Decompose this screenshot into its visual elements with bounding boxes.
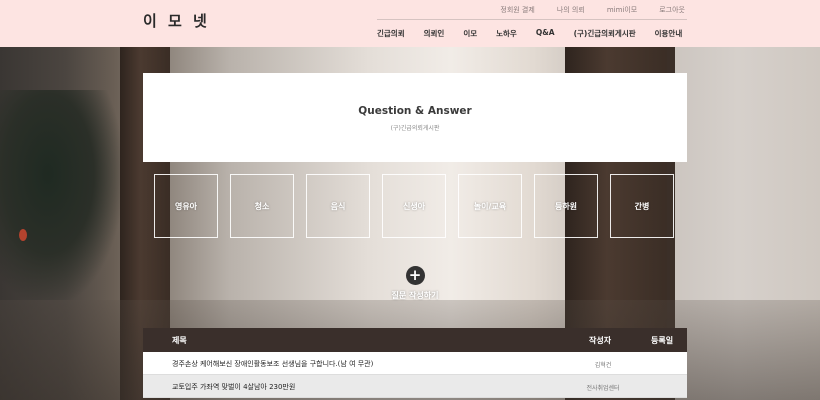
util-link-logout[interactable]: 로그아웃 xyxy=(659,5,685,15)
nav-item-qa[interactable]: Q&A xyxy=(536,28,555,39)
category-cleaning[interactable]: 청소 xyxy=(230,174,294,238)
nav-item-urgent[interactable]: 긴급의뢰 xyxy=(377,28,405,39)
qa-board: 제목 작성자 등록일 경주손상 케어해보신 장애인활동보조 선생님을 구합니다.… xyxy=(143,328,687,398)
column-title: 제목 xyxy=(172,336,187,345)
page-title: Question & Answer xyxy=(358,105,472,117)
write-question-button[interactable]: + 질문 작성하기 xyxy=(385,266,445,301)
category-caregiving[interactable]: 간병 xyxy=(610,174,674,238)
background-tree xyxy=(0,90,120,300)
nav-item-knowhow[interactable]: 노하우 xyxy=(496,28,517,39)
util-nav: 정회원 결제 나의 의뢰 mimi이모 로그아웃 xyxy=(478,5,685,15)
row-writer: 전사취업센터 xyxy=(586,385,620,392)
util-link-my-requests[interactable]: 나의 의뢰 xyxy=(557,5,585,15)
category-list: 영유아 청소 음식 신생아 놀이/교육 등하원 간병 xyxy=(154,174,674,238)
nav-item-imo[interactable]: 이모 xyxy=(463,28,477,39)
nav-item-client[interactable]: 의뢰인 xyxy=(424,28,445,39)
column-date: 등록일 xyxy=(651,336,674,345)
category-newborn[interactable]: 신생아 xyxy=(382,174,446,238)
category-play-education[interactable]: 놀이/교육 xyxy=(458,174,522,238)
header-divider xyxy=(377,19,687,20)
qa-title-box: Question & Answer (구)긴급의뢰게시판 xyxy=(143,73,687,162)
util-link-user[interactable]: mimi이모 xyxy=(607,5,637,15)
category-food[interactable]: 음식 xyxy=(306,174,370,238)
row-title[interactable]: 경주손상 케어해보신 장애인활동보조 선생님을 구합니다.(남 여 무관) xyxy=(172,359,373,369)
table-row[interactable]: 교토입주 가좌역 맞벌이 4살남아 230만원 전사취업센터 xyxy=(143,375,687,398)
column-writer: 작성자 xyxy=(589,336,612,345)
plus-icon[interactable]: + xyxy=(405,266,425,285)
row-writer: 김혁건 xyxy=(594,362,612,369)
table-header: 제목 작성자 등록일 xyxy=(143,328,687,352)
util-link-membership[interactable]: 정회원 결제 xyxy=(500,5,534,15)
page-subtitle: (구)긴급의뢰게시판 xyxy=(390,125,440,132)
background-red-light xyxy=(19,229,27,241)
main-nav: 긴급의뢰 의뢰인 이모 노하우 Q&A (구)긴급의뢰게시판 이용안내 xyxy=(377,28,682,39)
category-school-pickup[interactable]: 등하원 xyxy=(534,174,598,238)
nav-item-guide[interactable]: 이용안내 xyxy=(655,28,683,39)
nav-item-old-board[interactable]: (구)긴급의뢰게시판 xyxy=(574,28,636,39)
table-row[interactable]: 경주손상 케어해보신 장애인활동보조 선생님을 구합니다.(남 여 무관) 김혁… xyxy=(143,352,687,375)
site-logo[interactable]: 이 모 넷 xyxy=(143,10,210,31)
site-header: 이 모 넷 정회원 결제 나의 의뢰 mimi이모 로그아웃 긴급의뢰 의뢰인 … xyxy=(0,0,820,47)
category-infant[interactable]: 영유아 xyxy=(154,174,218,238)
row-title[interactable]: 교토입주 가좌역 맞벌이 4살남아 230만원 xyxy=(172,382,295,392)
write-question-label[interactable]: 질문 작성하기 xyxy=(385,290,445,301)
